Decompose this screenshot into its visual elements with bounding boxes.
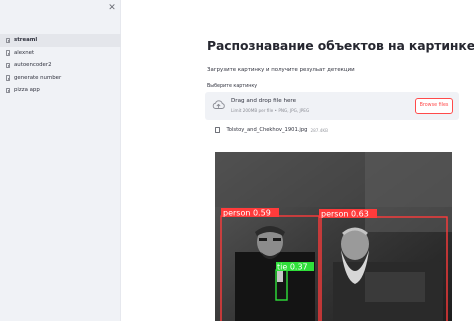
- sidebar-item-autoencoder2[interactable]: autoencoder2: [0, 59, 121, 72]
- sidebar: ✕ streaml alexnet autoencoder2 generate …: [0, 0, 121, 321]
- close-sidebar-icon[interactable]: ✕: [106, 2, 118, 14]
- page-icon: [6, 75, 10, 81]
- page-icon: [6, 50, 10, 56]
- sidebar-item-pizza-app[interactable]: pizza app: [0, 84, 121, 97]
- sidebar-item-label: generate number: [14, 74, 62, 81]
- page-title: Распознавание объектов на картинке: [207, 38, 474, 53]
- page-icon: [6, 62, 10, 68]
- detection-label: tie 0.37: [277, 263, 308, 272]
- page-subtitle: Загрузите картинку и получите резульат д…: [207, 67, 355, 73]
- sidebar-item-streaml[interactable]: streaml: [0, 34, 121, 47]
- sidebar-item-label: streaml: [14, 37, 38, 44]
- detection-label: person 0.59: [223, 209, 271, 218]
- page-icon: [6, 37, 10, 43]
- browse-files-button[interactable]: Browse files: [415, 97, 453, 114]
- file-size: 287.4KB: [310, 127, 329, 133]
- sidebar-nav: streaml alexnet autoencoder2 generate nu…: [0, 34, 121, 97]
- sidebar-item-label: alexnet: [14, 49, 35, 56]
- sidebar-item-alexnet[interactable]: alexnet: [0, 47, 121, 60]
- detection-result-image: person 0.59 person 0.63 tie 0.37: [215, 152, 452, 321]
- sidebar-item-generate-number[interactable]: generate number: [0, 72, 121, 85]
- page-icon: [6, 87, 10, 93]
- uploaded-file: Tolstoy_and_Chekhov_1901.jpg 287.4KB: [215, 124, 328, 136]
- main-content: Распознавание объектов на картинке Загру…: [121, 0, 474, 321]
- dropzone-limit: Limit 200MB per file • PNG, JPG, JPEG: [231, 108, 310, 113]
- detection-label: person 0.63: [321, 210, 369, 219]
- sidebar-item-label: pizza app: [14, 87, 40, 94]
- sidebar-item-label: autoencoder2: [14, 62, 52, 69]
- upload-cloud-icon: [212, 100, 225, 109]
- file-name: Tolstoy_and_Chekhov_1901.jpg: [226, 127, 308, 133]
- dropzone-title: Drag and drop file here: [231, 98, 297, 104]
- file-icon: [215, 127, 220, 133]
- uploader-label: Выберите картинку: [207, 84, 258, 89]
- file-dropzone[interactable]: Drag and drop file here Limit 200MB per …: [205, 92, 459, 120]
